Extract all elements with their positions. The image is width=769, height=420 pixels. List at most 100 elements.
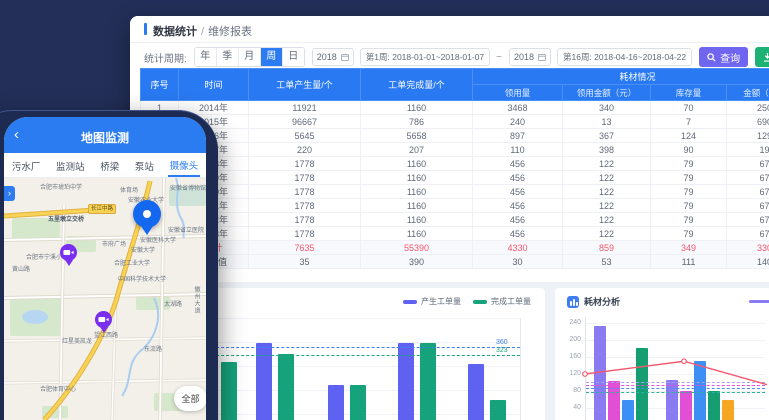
year-end-select[interactable]: 2018 [509, 48, 551, 66]
table-cell: 367 [563, 129, 651, 143]
table-cell: 67 [727, 157, 769, 171]
reference-line [196, 355, 520, 356]
period-option-月[interactable]: 月 [239, 48, 261, 66]
breadcrumb-section[interactable]: 数据统计 [153, 26, 197, 38]
table-cell: 5658 [361, 129, 473, 143]
table-cell: 456 [473, 185, 563, 199]
line-series [555, 288, 769, 420]
table-cell: 55390 [361, 241, 473, 255]
table-cell: 1160 [361, 213, 473, 227]
table-row[interactable]: 102023年177811604561227967 [141, 227, 769, 241]
table-row[interactable]: 32016年56455658897367124129 [141, 129, 769, 143]
bar-created [328, 385, 344, 420]
table-row[interactable]: 92022年177811604561227967 [141, 213, 769, 227]
table-header: 序号 时间 工单产生量/个 工单完成量/个 耗材情况 领用量 领用金额（元） 库… [141, 69, 769, 101]
table-cell: 67 [727, 199, 769, 213]
col-header-index: 序号 [141, 69, 179, 101]
table-cell: 67 [727, 185, 769, 199]
table-cell: 1160 [361, 101, 473, 115]
table-cell: 5645 [249, 129, 361, 143]
query-button[interactable]: 查询 [699, 47, 748, 67]
filter-toolbar: 统计周期: 年季月周日 2018 第1周: 2018-01-01~2018-01… [144, 46, 769, 68]
table-cell: 79 [651, 213, 727, 227]
tab-桥梁[interactable]: 桥梁 [98, 154, 121, 176]
table-cell: 90 [651, 143, 727, 157]
show-all-button[interactable]: 全部 [174, 386, 206, 411]
map-label: 徽州大道 [192, 286, 201, 314]
year-end-value: 2018 [514, 52, 534, 62]
map-label: 黄山路 [12, 264, 30, 273]
dashboard-card: 数据统计/维修报表 统计周期: 年季月周日 2018 第1周: 2018-01-… [130, 16, 769, 420]
table-row[interactable]: 42017年2202071103989019 [141, 143, 769, 157]
col-header-completed: 工单完成量/个 [361, 69, 473, 101]
table-cell: 1778 [249, 213, 361, 227]
tab-污水厂[interactable]: 污水厂 [10, 154, 43, 176]
period-option-季[interactable]: 季 [217, 48, 239, 66]
table-cell: 122 [563, 185, 651, 199]
table-row[interactable]: 72020年177811604561227967 [141, 185, 769, 199]
table-cell: 1778 [249, 171, 361, 185]
sub-col-2: 领用金额（元） [563, 85, 651, 101]
table-cell: 111 [651, 255, 727, 269]
map-label: 合肥体育中心 [40, 384, 76, 393]
year-start-select[interactable]: 2018 [312, 48, 354, 66]
selected-location-pin[interactable] [133, 200, 163, 242]
camera-marker[interactable] [60, 244, 78, 268]
table-row[interactable]: 82021年177811604561227967 [141, 199, 769, 213]
breadcrumb-accent-bar [144, 23, 147, 35]
phone-tab-bar: 污水厂监测站桥梁泵站摄像头 [4, 153, 206, 178]
table-cell: 7635 [249, 241, 361, 255]
table-cell: 7 [651, 115, 727, 129]
table-row[interactable]: 52018年177811604561227967 [141, 157, 769, 171]
period-option-周[interactable]: 周 [261, 48, 283, 66]
map-expander-button[interactable]: › [4, 186, 15, 201]
bar-completed [278, 354, 294, 420]
camera-marker[interactable] [95, 311, 113, 335]
sub-col-4: 金额（元） [727, 85, 769, 101]
table-cell: 1160 [361, 185, 473, 199]
map-label: 市府广场 [102, 239, 126, 248]
table-cell: 79 [651, 157, 727, 171]
map-label: 合肥市琥珀中学 [40, 182, 82, 191]
table-cell: 122 [563, 157, 651, 171]
period-label: 统计周期: [144, 50, 187, 65]
table-cell: 19 [727, 143, 769, 157]
period-option-年[interactable]: 年 [195, 48, 217, 66]
col-group-consumables: 耗材情况 [473, 69, 769, 85]
reference-line-label: 323 [496, 347, 508, 354]
tab-摄像头[interactable]: 摄像头 [168, 153, 201, 177]
table-cell: 79 [651, 227, 727, 241]
report-table: 序号 时间 工单产生量/个 工单完成量/个 耗材情况 领用量 领用金额（元） 库… [140, 68, 769, 269]
tab-监测站[interactable]: 监测站 [54, 154, 87, 176]
table-cell: 67 [727, 213, 769, 227]
col-header-time: 时间 [179, 69, 249, 101]
table-cell: 1160 [361, 157, 473, 171]
mixed-chart-plot: 2402001601208040 [555, 288, 769, 420]
week-end-input[interactable]: 第16周: 2018-04-16~2018-04-22 [557, 48, 692, 66]
table-cell: 124 [651, 129, 727, 143]
table-row[interactable]: 22015年96667786240137690 [141, 115, 769, 129]
camera-icon [63, 249, 74, 256]
table-cell: 456 [473, 199, 563, 213]
period-option-日[interactable]: 日 [283, 48, 304, 66]
chart-gridline [196, 318, 520, 319]
table-row[interactable]: 12014年119211160346834070250 [141, 101, 769, 115]
table-row[interactable]: 62019年177811604561227967 [141, 171, 769, 185]
breadcrumb-text: 数据统计/维修报表 [153, 23, 252, 39]
breadcrumb: 数据统计/维修报表 [130, 16, 769, 43]
road-badge: 长江中路 [88, 204, 116, 214]
table-cell: 786 [361, 115, 473, 129]
table-cell: 11921 [249, 101, 361, 115]
range-separator: ~ [496, 52, 502, 63]
table-cell: 897 [473, 129, 563, 143]
download-icon [763, 53, 769, 62]
map-view[interactable]: 长江中路 合肥市琥珀中学体育场安徽农业大学安徽省博物馆五里墩立交桥安徽医科大学安… [4, 178, 206, 420]
table-cell: 122 [563, 199, 651, 213]
table-cell: 398 [563, 143, 651, 157]
week-start-input[interactable]: 第1周: 2018-01-01~2018-01-07 [360, 48, 490, 66]
export-excel-button[interactable]: 导出Excel [755, 47, 769, 67]
period-segmented-control: 年季月周日 [194, 47, 305, 67]
tab-泵站[interactable]: 泵站 [133, 154, 156, 176]
sub-col-1: 领用量 [473, 85, 563, 101]
phone-screen: ‹ 地图监测 污水厂监测站桥梁泵站摄像头 [4, 117, 206, 420]
